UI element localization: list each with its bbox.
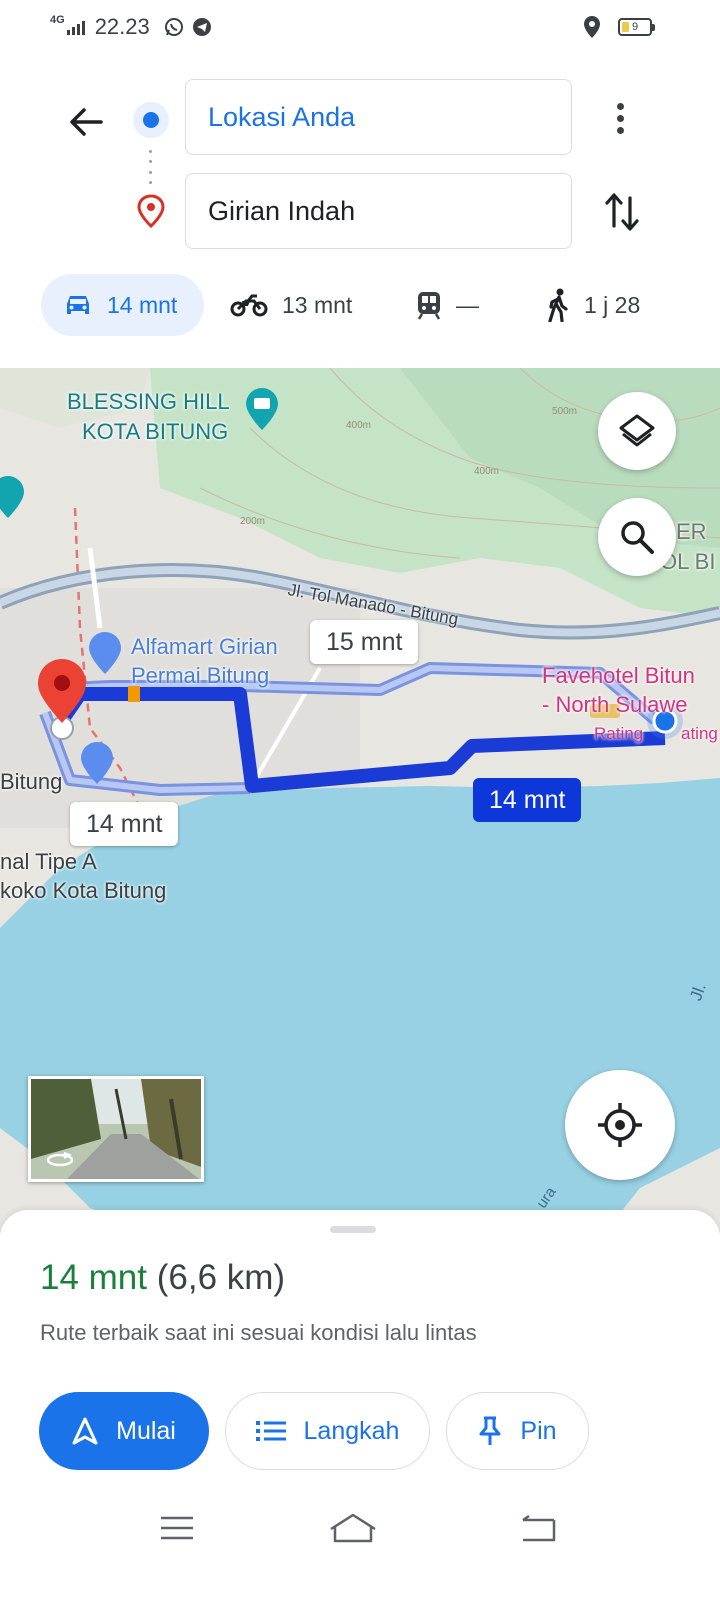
- origin-dot-icon: [133, 102, 169, 138]
- route-traffic-note: Rute terbaik saat ini sesuai kondisi lal…: [40, 1320, 477, 1345]
- layers-button[interactable]: [598, 392, 676, 470]
- route-alt-time-chip[interactable]: 15 mnt: [310, 620, 419, 664]
- whatsapp-icon: [164, 18, 183, 36]
- back-icon: [522, 1514, 556, 1542]
- poi-label-favehotel[interactable]: Favehotel Bitun: [542, 662, 695, 690]
- search-icon: [621, 521, 654, 554]
- network-type: 4G: [50, 14, 65, 26]
- nav-menu-button[interactable]: [147, 1508, 207, 1548]
- battery-icon: 9: [618, 18, 655, 36]
- poi-label-alfamart-sub[interactable]: Permai Bitung: [131, 662, 269, 690]
- place-label-terminal-sub[interactable]: koko Kota Bitung: [0, 877, 166, 905]
- more-dot: [616, 102, 624, 110]
- search-along-route-button[interactable]: [598, 498, 676, 576]
- pin-label: Pin: [520, 1416, 557, 1445]
- directions-header: Lokasi Anda Girian Indah 14 mnt 13 mnt —…: [0, 58, 720, 368]
- my-location-button[interactable]: [565, 1070, 675, 1180]
- home-icon: [330, 1513, 376, 1543]
- battery-level: 9: [631, 21, 639, 33]
- destination-field[interactable]: Girian Indah: [185, 173, 572, 249]
- route-connector-icon: [149, 150, 153, 184]
- more-options-button[interactable]: [600, 98, 640, 138]
- back-button[interactable]: [62, 98, 110, 146]
- navigation-arrow-icon: [72, 1417, 98, 1445]
- elevation-label-200: 200m: [240, 516, 266, 527]
- place-label-partial: ER: [676, 519, 707, 544]
- menu-icon: [161, 1516, 193, 1540]
- steps-label: Langkah: [303, 1416, 400, 1445]
- status-bar: 4G 22.23 9: [0, 0, 720, 58]
- destination-pin-icon: [137, 194, 165, 228]
- steps-button[interactable]: Langkah: [225, 1392, 430, 1470]
- swap-route-button[interactable]: [598, 188, 646, 236]
- mode-motorcycle[interactable]: 13 mnt: [230, 274, 352, 336]
- pin-button[interactable]: Pin: [446, 1392, 589, 1470]
- origin-field[interactable]: Lokasi Anda: [185, 79, 572, 155]
- walk-icon: [548, 288, 568, 322]
- signal-icon: [66, 19, 85, 35]
- sheet-drag-handle[interactable]: [330, 1226, 376, 1233]
- poi-label-blessing-hill-sub[interactable]: KOTA BITUNG: [82, 418, 228, 446]
- clock: 22.23: [94, 14, 150, 39]
- mode-transit[interactable]: —: [416, 274, 479, 336]
- list-icon: [255, 1421, 286, 1441]
- pin-icon: [479, 1416, 501, 1445]
- route-distance: (6,6 km): [156, 1258, 286, 1297]
- arrow-back-icon: [70, 108, 103, 136]
- my-location-icon: [598, 1103, 642, 1147]
- mode-walking-label: 1 j 28: [584, 291, 641, 318]
- transit-icon: [417, 292, 441, 320]
- poi-label-favehotel-rating: Rating: [594, 724, 644, 743]
- nav-home-button[interactable]: [323, 1508, 383, 1548]
- elevation-label-400b: 400m: [474, 466, 500, 477]
- route-duration: 14 mnt: [40, 1258, 147, 1297]
- system-nav-bar: [0, 1490, 720, 1600]
- layers-icon: [619, 414, 655, 447]
- maps-directions-screen: 4G 22.23 9 Lokasi Anda Girian Indah 14 m…: [0, 0, 720, 1600]
- mode-motorcycle-label: 13 mnt: [282, 291, 353, 318]
- status-left: 4G 22.23: [50, 14, 212, 40]
- more-dot: [616, 114, 624, 122]
- poi-label-alfamart[interactable]: Alfamart Girian: [131, 633, 278, 661]
- route-main-time-chip[interactable]: 14 mnt: [473, 778, 582, 822]
- start-navigation-button[interactable]: Mulai: [39, 1392, 209, 1470]
- swap-vert-icon: [605, 193, 639, 231]
- mode-walking[interactable]: 1 j 28: [546, 274, 640, 336]
- route-summary: 14 mnt (6,6 km): [40, 1258, 285, 1298]
- more-dot: [616, 126, 624, 134]
- car-icon: [67, 296, 89, 314]
- telegram-icon: [192, 18, 211, 36]
- travel-modes: 14 mnt 13 mnt — 1 j 28: [0, 274, 720, 338]
- status-right: 9: [584, 16, 655, 38]
- poi-label-favehotel-rating-2: ating: [681, 724, 718, 743]
- street-view-thumbnail[interactable]: [28, 1076, 204, 1182]
- location-icon: [584, 16, 600, 38]
- map-view[interactable]: BLESSING HILL KOTA BITUNG Jl. Tol Manado…: [0, 368, 720, 1238]
- nav-back-button[interactable]: [508, 1508, 568, 1548]
- start-navigation-label: Mulai: [116, 1416, 176, 1445]
- mode-driving-label: 14 mnt: [107, 291, 178, 318]
- rotate-360-icon: [46, 1151, 74, 1167]
- place-label-bitung: Bitung: [0, 769, 63, 794]
- elevation-label-500: 500m: [552, 406, 578, 417]
- motorcycle-icon: [230, 294, 268, 317]
- poi-label-favehotel-sub[interactable]: - North Sulawe: [542, 691, 688, 719]
- elevation-label-400a: 400m: [346, 420, 372, 431]
- place-label-terminal[interactable]: nal Tipe A: [0, 848, 97, 876]
- mode-transit-label: —: [456, 291, 479, 318]
- route-alt-time-chip-2[interactable]: 14 mnt: [70, 802, 179, 846]
- poi-label-blessing-hill[interactable]: BLESSING HILL: [67, 388, 230, 416]
- mode-driving[interactable]: 14 mnt: [41, 274, 204, 336]
